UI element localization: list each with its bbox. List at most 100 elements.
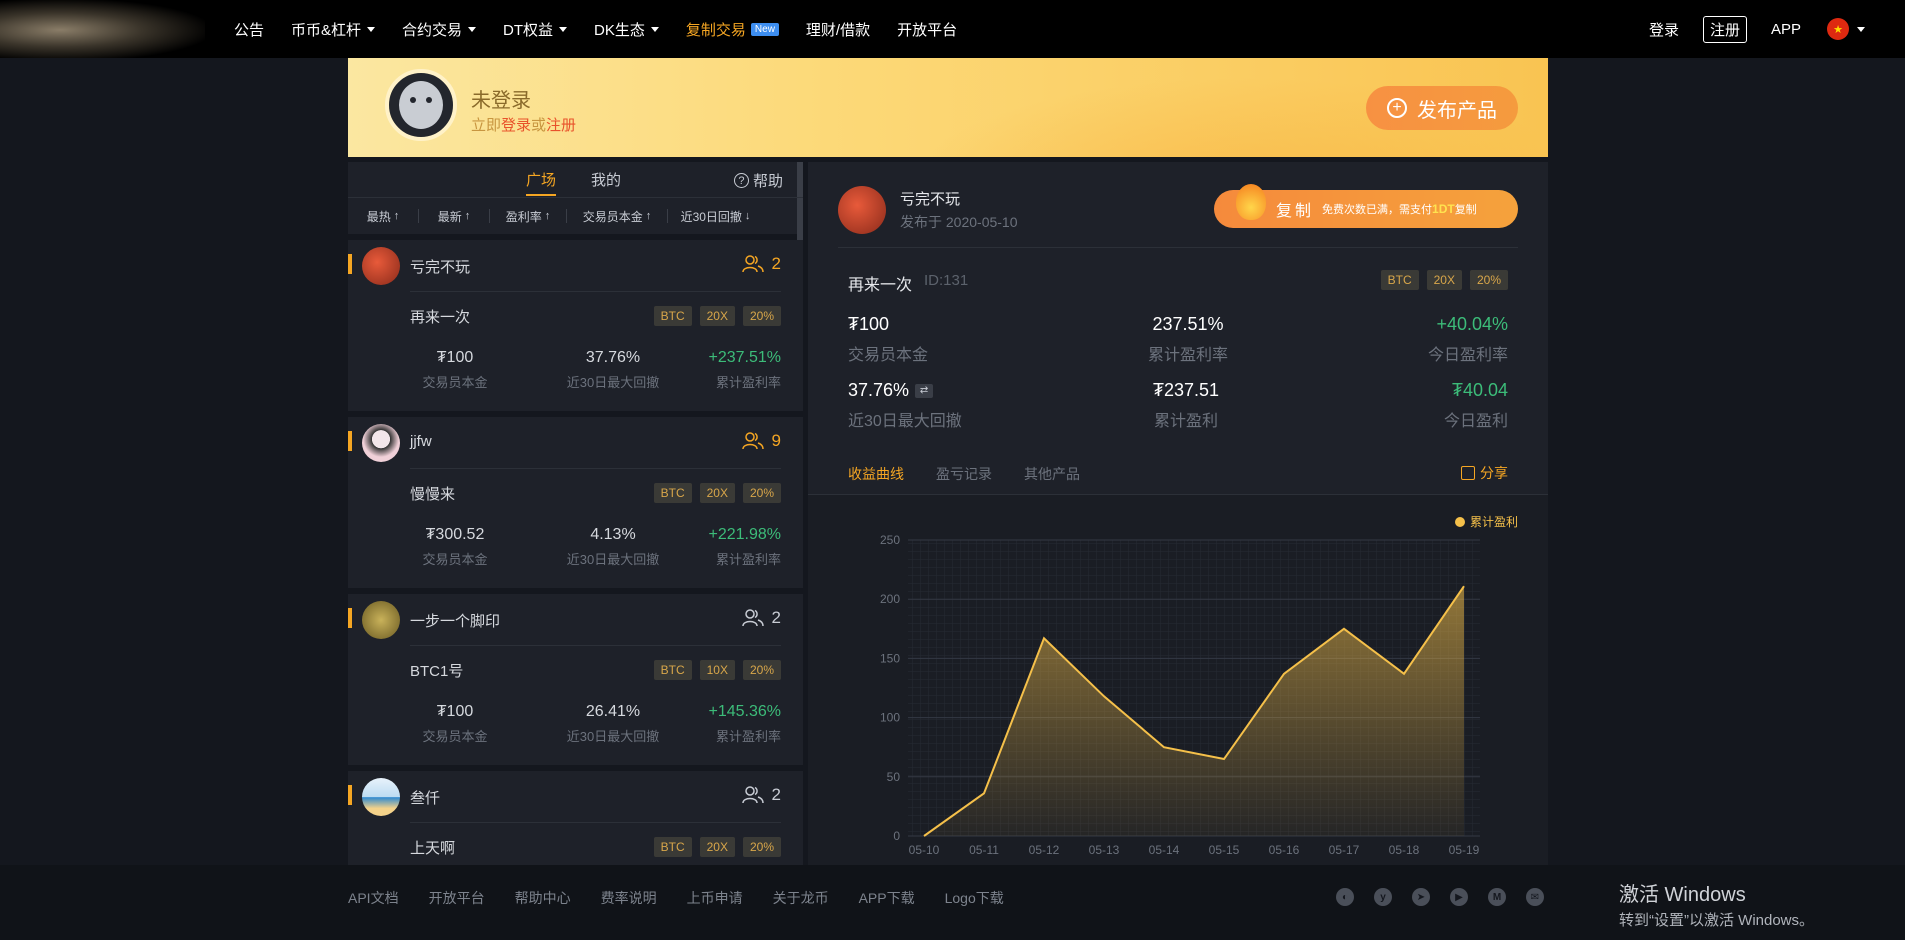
tab-mine[interactable]: 我的: [591, 169, 621, 190]
data-point[interactable]: [1342, 627, 1346, 631]
chevron-down-icon: [468, 26, 477, 32]
list-item[interactable]: 叁仟 2 上天啊 BTC 20X 20%: [348, 771, 803, 865]
nav-item[interactable]: 公告: [234, 19, 264, 40]
list-item[interactable]: 亏完不玩 2 再来一次 BTC 20X 20% ₮100 交易员本金 37.76% 近30日最大回…: [348, 240, 803, 417]
tag: 20%: [742, 660, 781, 680]
x-tick-label: 05-18: [1389, 843, 1420, 857]
sort-option[interactable]: 盈利率 ↑: [490, 208, 566, 225]
help-link[interactable]: ? 帮助: [733, 170, 783, 191]
trader-name: 亏完不玩: [900, 191, 961, 208]
tab-pnl-records[interactable]: 盈亏记录: [936, 464, 992, 496]
data-point[interactable]: [1222, 757, 1226, 761]
medium-icon[interactable]: M: [1488, 888, 1506, 906]
footer-link[interactable]: API文档: [348, 888, 399, 908]
brand-logo[interactable]: [0, 0, 205, 58]
login-link[interactable]: 登录: [1649, 19, 1679, 40]
stat-max-drawdown: 37.76% ⇄ 近30日最大回撤: [848, 380, 962, 430]
footer-link[interactable]: Logo下载: [945, 888, 1004, 908]
banner-register-link[interactable]: 注册: [546, 117, 576, 134]
y-tick-label: 250: [880, 533, 900, 547]
footer-link[interactable]: APP下载: [859, 888, 915, 908]
footer-link[interactable]: 上币申请: [687, 888, 743, 908]
nav-item[interactable]: 开放平台: [897, 19, 957, 40]
sort-option[interactable]: 最热 ↑: [348, 208, 418, 225]
product-detail-panel: 亏完不玩 发布于 2020-05-10 复制 免费次数已满，需支付1DT复制 再…: [808, 162, 1548, 865]
detail-tabs: 收益曲线 盈亏记录 其他产品: [848, 464, 1080, 496]
tag: 10X: [699, 660, 735, 680]
app-link[interactable]: APP: [1771, 21, 1801, 38]
swap-icon[interactable]: ⇄: [915, 384, 934, 399]
list-marker: [348, 254, 352, 274]
share-button[interactable]: 分享: [1461, 463, 1508, 483]
data-point[interactable]: [1102, 694, 1106, 698]
nav-item[interactable]: 合约交易: [402, 19, 477, 40]
chevron-down-icon[interactable]: [1857, 26, 1865, 32]
nav-item[interactable]: 复制交易 New: [686, 19, 779, 40]
tag: 20%: [742, 306, 781, 326]
sort-option[interactable]: 最新 ↑: [419, 208, 489, 225]
chart-legend[interactable]: 累计盈利: [1454, 513, 1518, 530]
product-name: 慢慢来: [410, 486, 456, 503]
data-point[interactable]: [1462, 584, 1466, 588]
divider: [410, 291, 781, 292]
product-list-panel: 广场 我的 ? 帮助 最热 ↑ 最新 ↑ 盈利率 ↑ 交易员本金 ↑ 近30日回撤 ↓ 亏完不玩 2 再…: [348, 162, 803, 865]
tab-plaza[interactable]: 广场: [526, 169, 557, 196]
footer-link[interactable]: 关于龙币: [773, 888, 829, 908]
stat-drawdown: 4.13% 近30日最大回撤: [566, 526, 660, 567]
stat-today-profit: ₮40.04 今日盈利: [1443, 380, 1508, 430]
footer-link[interactable]: 费率说明: [601, 888, 657, 908]
footer-links: API文档 开放平台 帮助中心 费率说明 上币申请 关于龙币 APP下载 Logo下载: [348, 888, 1004, 908]
banner-login-link[interactable]: 登录: [501, 117, 531, 134]
tag: 20X: [699, 837, 735, 857]
tag: 20%: [1469, 270, 1508, 290]
nav-item[interactable]: 币币&杠杆: [291, 19, 376, 40]
chevron-down-icon: [559, 26, 568, 32]
telegram-icon[interactable]: ➤: [1412, 888, 1430, 906]
trader-avatar: [838, 186, 886, 234]
wechat-icon[interactable]: ◐: [1336, 888, 1354, 906]
nav-item[interactable]: 理财/借款: [806, 19, 870, 40]
footer-link[interactable]: 帮助中心: [515, 888, 571, 908]
sort-option[interactable]: 近30日回撤 ↓: [668, 208, 763, 225]
sort-arrow-icon: ↓: [744, 210, 751, 222]
stat-principal: ₮100 交易员本金: [422, 703, 488, 744]
tab-profit-curve[interactable]: 收益曲线: [848, 464, 904, 496]
data-point[interactable]: [1402, 672, 1406, 676]
trader-name: 叁仟: [410, 790, 441, 807]
nav-item[interactable]: DK生态: [594, 19, 659, 40]
follower-count: 9: [741, 431, 781, 451]
list-item[interactable]: jjfw 9 慢慢来 BTC 20X 20% ₮300.52 交易员本金 4.13% 近30日最大…: [348, 417, 803, 594]
share-icon: [1461, 466, 1475, 480]
publish-date: 发布于 2020-05-10: [900, 214, 1018, 230]
y-tick-label: 100: [880, 711, 900, 725]
product-name: BTC1号: [410, 663, 464, 680]
data-point[interactable]: [922, 834, 926, 838]
tab-other-products[interactable]: 其他产品: [1024, 464, 1080, 496]
users-icon: [741, 432, 764, 450]
tag: 20X: [699, 306, 735, 326]
data-point[interactable]: [982, 791, 986, 795]
help-icon: ?: [733, 173, 749, 188]
register-button[interactable]: 注册: [1702, 15, 1747, 43]
twitter-icon[interactable]: y: [1374, 888, 1392, 906]
youtube-icon[interactable]: ▶: [1450, 888, 1468, 906]
mail-icon[interactable]: ✉: [1526, 888, 1544, 906]
x-tick-label: 05-13: [1089, 843, 1120, 857]
nav-item[interactable]: DT权益: [503, 19, 568, 40]
list-item[interactable]: 一步一个脚印 2 BTC1号 BTC 10X 20% ₮100 交易员本金 26.41% 近30日…: [348, 594, 803, 771]
y-tick-label: 150: [880, 651, 900, 665]
data-point[interactable]: [1042, 636, 1046, 640]
chevron-down-icon: [650, 26, 659, 32]
footer-link[interactable]: 开放平台: [429, 888, 485, 908]
sort-option[interactable]: 交易员本金 ↑: [567, 208, 667, 225]
product-name: 再来一次: [410, 309, 471, 326]
copy-button[interactable]: 复制 免费次数已满，需支付1DT复制: [1214, 184, 1518, 228]
plus-icon: +: [1387, 98, 1407, 118]
data-point[interactable]: [1162, 745, 1166, 749]
publish-product-button[interactable]: + 发布产品: [1366, 86, 1518, 130]
data-point[interactable]: [1282, 672, 1286, 676]
x-tick-label: 05-10: [909, 843, 940, 857]
sort-bar: 最热 ↑ 最新 ↑ 盈利率 ↑ 交易员本金 ↑ 近30日回撤 ↓: [348, 198, 803, 240]
china-flag-icon[interactable]: ★: [1827, 18, 1849, 40]
product-name: 再来一次: [848, 277, 913, 294]
